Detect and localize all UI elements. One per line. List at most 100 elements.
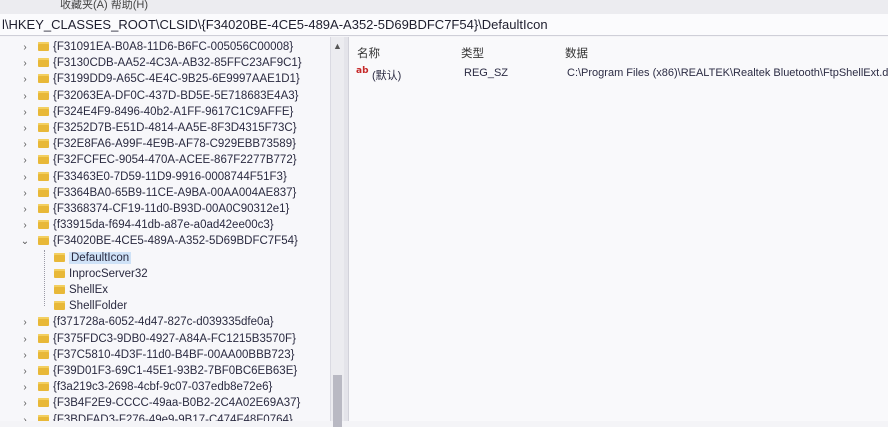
chevron-right-icon[interactable]: › <box>20 105 30 121</box>
folder-icon <box>38 90 49 100</box>
chevron-right-icon[interactable]: › <box>20 380 30 396</box>
scrollbar-thumb[interactable] <box>333 375 342 427</box>
tree-item-label: InprocServer32 <box>69 267 148 280</box>
folder-icon <box>38 349 49 359</box>
tree-item-label: DefaultIcon <box>69 251 132 264</box>
column-header-type[interactable]: 类型 <box>461 45 484 61</box>
tree-item-key[interactable]: › {F375FDC3-9DB0-4927-A84A-FC1215B3570F} <box>20 331 296 347</box>
tree-item-key[interactable]: ⌄ {F34020BE-4CE5-489A-A352-5D69BDFC7F54} <box>20 233 298 249</box>
chevron-right-icon[interactable]: › <box>20 137 30 153</box>
tree-item-key[interactable]: › {F31091EA-B0A8-11D6-B6FC-005056C00008} <box>20 39 293 55</box>
folder-icon <box>54 285 65 294</box>
value-type: REG_SZ <box>464 67 509 79</box>
chevron-right-icon[interactable]: › <box>20 202 30 218</box>
tree-item-label: {F32E8FA6-A99F-4E9B-AF78-C929EBB73589} <box>53 138 296 151</box>
folder-icon <box>38 155 49 165</box>
tree-item-label: {F3368374-CF19-11d0-B93D-00A0C90312e1} <box>53 203 290 215</box>
chevron-right-icon[interactable]: › <box>20 413 30 421</box>
column-header-data[interactable]: 数据 <box>565 45 588 61</box>
tree-item-key[interactable]: › {F3BDFAD3-F276-49e9-9B17-C474F48F0764} <box>20 412 293 421</box>
folder-icon <box>38 317 49 327</box>
chevron-right-icon[interactable]: › <box>20 153 30 169</box>
tree-item-label: {F32FCFEC-9054-470A-ACEE-867F2277B772} <box>53 154 297 167</box>
tree-item-label: {F324E4F9-8496-40b2-A1FF-9617C1C9AFFE} <box>53 105 294 118</box>
folder-icon <box>38 42 49 51</box>
tree-item-subkey[interactable]: InprocServer32 <box>52 266 148 282</box>
address-path[interactable]: l\HKEY_CLASSES_ROOT\CLSID\{F34020BE-4CE5… <box>2 17 548 32</box>
folder-icon <box>38 236 49 246</box>
tree-item-key[interactable]: › {F39D01F3-69C1-45E1-93B2-7BF0BC6EB63E} <box>20 363 297 379</box>
tree-item-subkey[interactable]: DefaultIcon <box>52 250 132 266</box>
tree-item-label: {F3BDFAD3-F276-49e9-9B17-C474F48F0764} <box>53 413 293 421</box>
chevron-right-icon[interactable]: › <box>20 396 30 412</box>
column-header-name[interactable]: 名称 <box>357 45 380 61</box>
tree-item-key[interactable]: › {F3368374-CF19-11d0-B93D-00A0C90312e1} <box>20 201 289 217</box>
folder-icon <box>54 252 65 262</box>
tree-item-key[interactable]: › {f371728a-6052-4d47-827c-d039335dfe0a} <box>20 314 274 331</box>
folder-icon <box>38 139 49 149</box>
tree-item-label: {F31091EA-B0A8-11D6-B6FC-005056C00008} <box>53 41 294 53</box>
tree-item-label: {F3130CDB-AA52-4C3A-AB32-85FFC23AF9C1} <box>53 57 302 70</box>
folder-icon <box>38 187 49 197</box>
tree-item-key[interactable]: › {F32FCFEC-9054-470A-ACEE-867F2277B772} <box>20 152 297 169</box>
tree-item-key[interactable]: › {F3364BA0-65B9-11CE-A9BA-00AA004AE837} <box>20 185 296 201</box>
tree-item-subkey[interactable]: ShellEx <box>52 282 108 298</box>
value-row[interactable]: ab (默认) REG_SZ C:\Program Files (x86)\RE… <box>349 63 888 83</box>
folder-icon <box>38 204 49 213</box>
menu-bar: 收藏夹(A) 帮助(H) <box>0 0 888 14</box>
chevron-right-icon[interactable]: › <box>20 40 30 56</box>
tree-item-key[interactable]: › {F32E8FA6-A99F-4E9B-AF78-C929EBB73589} <box>20 136 296 152</box>
chevron-right-icon[interactable]: › <box>20 121 30 137</box>
tree-item-key[interactable]: › {F3199DD9-A65C-4E4C-9B25-6E9997AAE1D1} <box>20 71 300 88</box>
tree-item-label: {f371728a-6052-4d47-827c-d039335dfe0a} <box>53 316 274 329</box>
chevron-right-icon[interactable]: › <box>20 89 30 105</box>
tree-item-key[interactable]: › {F32063EA-DF0C-437D-BD5E-5E718683E4A3} <box>20 88 298 104</box>
tree-item-key[interactable]: › {F324E4F9-8496-40b2-A1FF-9617C1C9AFFE} <box>20 104 293 120</box>
registry-key-tree[interactable]: › {F31091EA-B0A8-11D6-B6FC-005056C00008} ›… <box>0 37 330 421</box>
menu-bar-text[interactable]: 收藏夹(A) 帮助(H) <box>60 0 148 11</box>
tree-item-label: {F3199DD9-A65C-4E4C-9B25-6E9997AAE1D1} <box>53 73 300 86</box>
tree-item-label: ShellEx <box>69 284 108 296</box>
tree-item-key[interactable]: › {F3252D7B-E51D-4814-AA5E-8F3D4315F73C} <box>20 120 297 137</box>
tree-item-label: {F33463E0-7D59-11D9-9916-0008744F51F3} <box>53 170 287 183</box>
value-name: (默认) <box>372 70 402 82</box>
tree-item-label: {f33915da-f694-41db-a87e-a0ad42ee00c3} <box>53 219 274 232</box>
tree-scrollbar[interactable]: ▲ <box>330 37 344 427</box>
folder-icon <box>54 301 65 311</box>
tree-item-label: {F3B4F2E9-CCCC-49aa-B0B2-2C4A02E69A37} <box>53 397 301 410</box>
tree-item-key[interactable]: › {F37C5810-4D3F-11d0-B4BF-00AA00BBB723} <box>20 347 294 363</box>
chevron-right-icon[interactable]: › <box>20 72 30 88</box>
tree-guide-line <box>44 249 45 307</box>
tree-item-key[interactable]: › {F3130CDB-AA52-4C3A-AB32-85FFC23AF9C1} <box>20 55 302 72</box>
tree-item-key[interactable]: › {f3a219c3-2698-4cbf-9c07-037edb8e72e6} <box>20 379 272 395</box>
chevron-right-icon[interactable]: › <box>20 186 30 202</box>
tree-item-key[interactable]: › {F3B4F2E9-CCCC-49aa-B0B2-2C4A02E69A37} <box>20 395 300 411</box>
tree-item-key[interactable]: › {F33463E0-7D59-11D9-9916-0008744F51F3} <box>20 169 287 186</box>
tree-item-label: {F3252D7B-E51D-4814-AA5E-8F3D4315F73C} <box>53 122 297 134</box>
chevron-right-icon[interactable]: › <box>20 348 30 364</box>
chevron-right-icon[interactable]: › <box>20 218 30 234</box>
folder-icon <box>38 414 49 421</box>
folder-icon <box>38 382 49 392</box>
chevron-right-icon[interactable]: › <box>20 332 30 348</box>
tree-item-subkey[interactable]: ShellFolder <box>52 298 127 314</box>
string-value-icon: ab <box>356 66 369 76</box>
folder-icon <box>38 74 49 84</box>
tree-item-label: {F3364BA0-65B9-11CE-A9BA-00AA004AE837} <box>53 186 297 199</box>
address-bar[interactable]: l\HKEY_CLASSES_ROOT\CLSID\{F34020BE-4CE5… <box>0 14 888 36</box>
tree-item-label: {F375FDC3-9DB0-4927-A84A-FC1215B3570F} <box>53 332 296 345</box>
chevron-right-icon[interactable]: › <box>20 364 30 380</box>
chevron-right-icon[interactable]: › <box>20 56 30 72</box>
tree-item-label: {F39D01F3-69C1-45E1-93B2-7BF0BC6EB63E} <box>53 365 298 377</box>
tree-item-key[interactable]: › {f33915da-f694-41db-a87e-a0ad42ee00c3} <box>20 217 274 234</box>
folder-icon <box>38 398 49 408</box>
chevron-right-icon[interactable]: › <box>20 170 30 186</box>
folder-icon <box>38 220 49 230</box>
values-pane[interactable]: 名称 类型 数据 ab (默认) REG_SZ C:\Program Files… <box>349 37 888 421</box>
scroll-up-arrow-icon[interactable]: ▲ <box>331 41 344 51</box>
folder-icon <box>38 106 49 116</box>
chevron-right-icon[interactable]: › <box>20 315 30 331</box>
chevron-down-icon[interactable]: ⌄ <box>20 234 30 250</box>
tree-item-label: {F32063EA-DF0C-437D-BD5E-5E718683E4A3} <box>53 89 299 102</box>
folder-icon <box>38 333 49 343</box>
